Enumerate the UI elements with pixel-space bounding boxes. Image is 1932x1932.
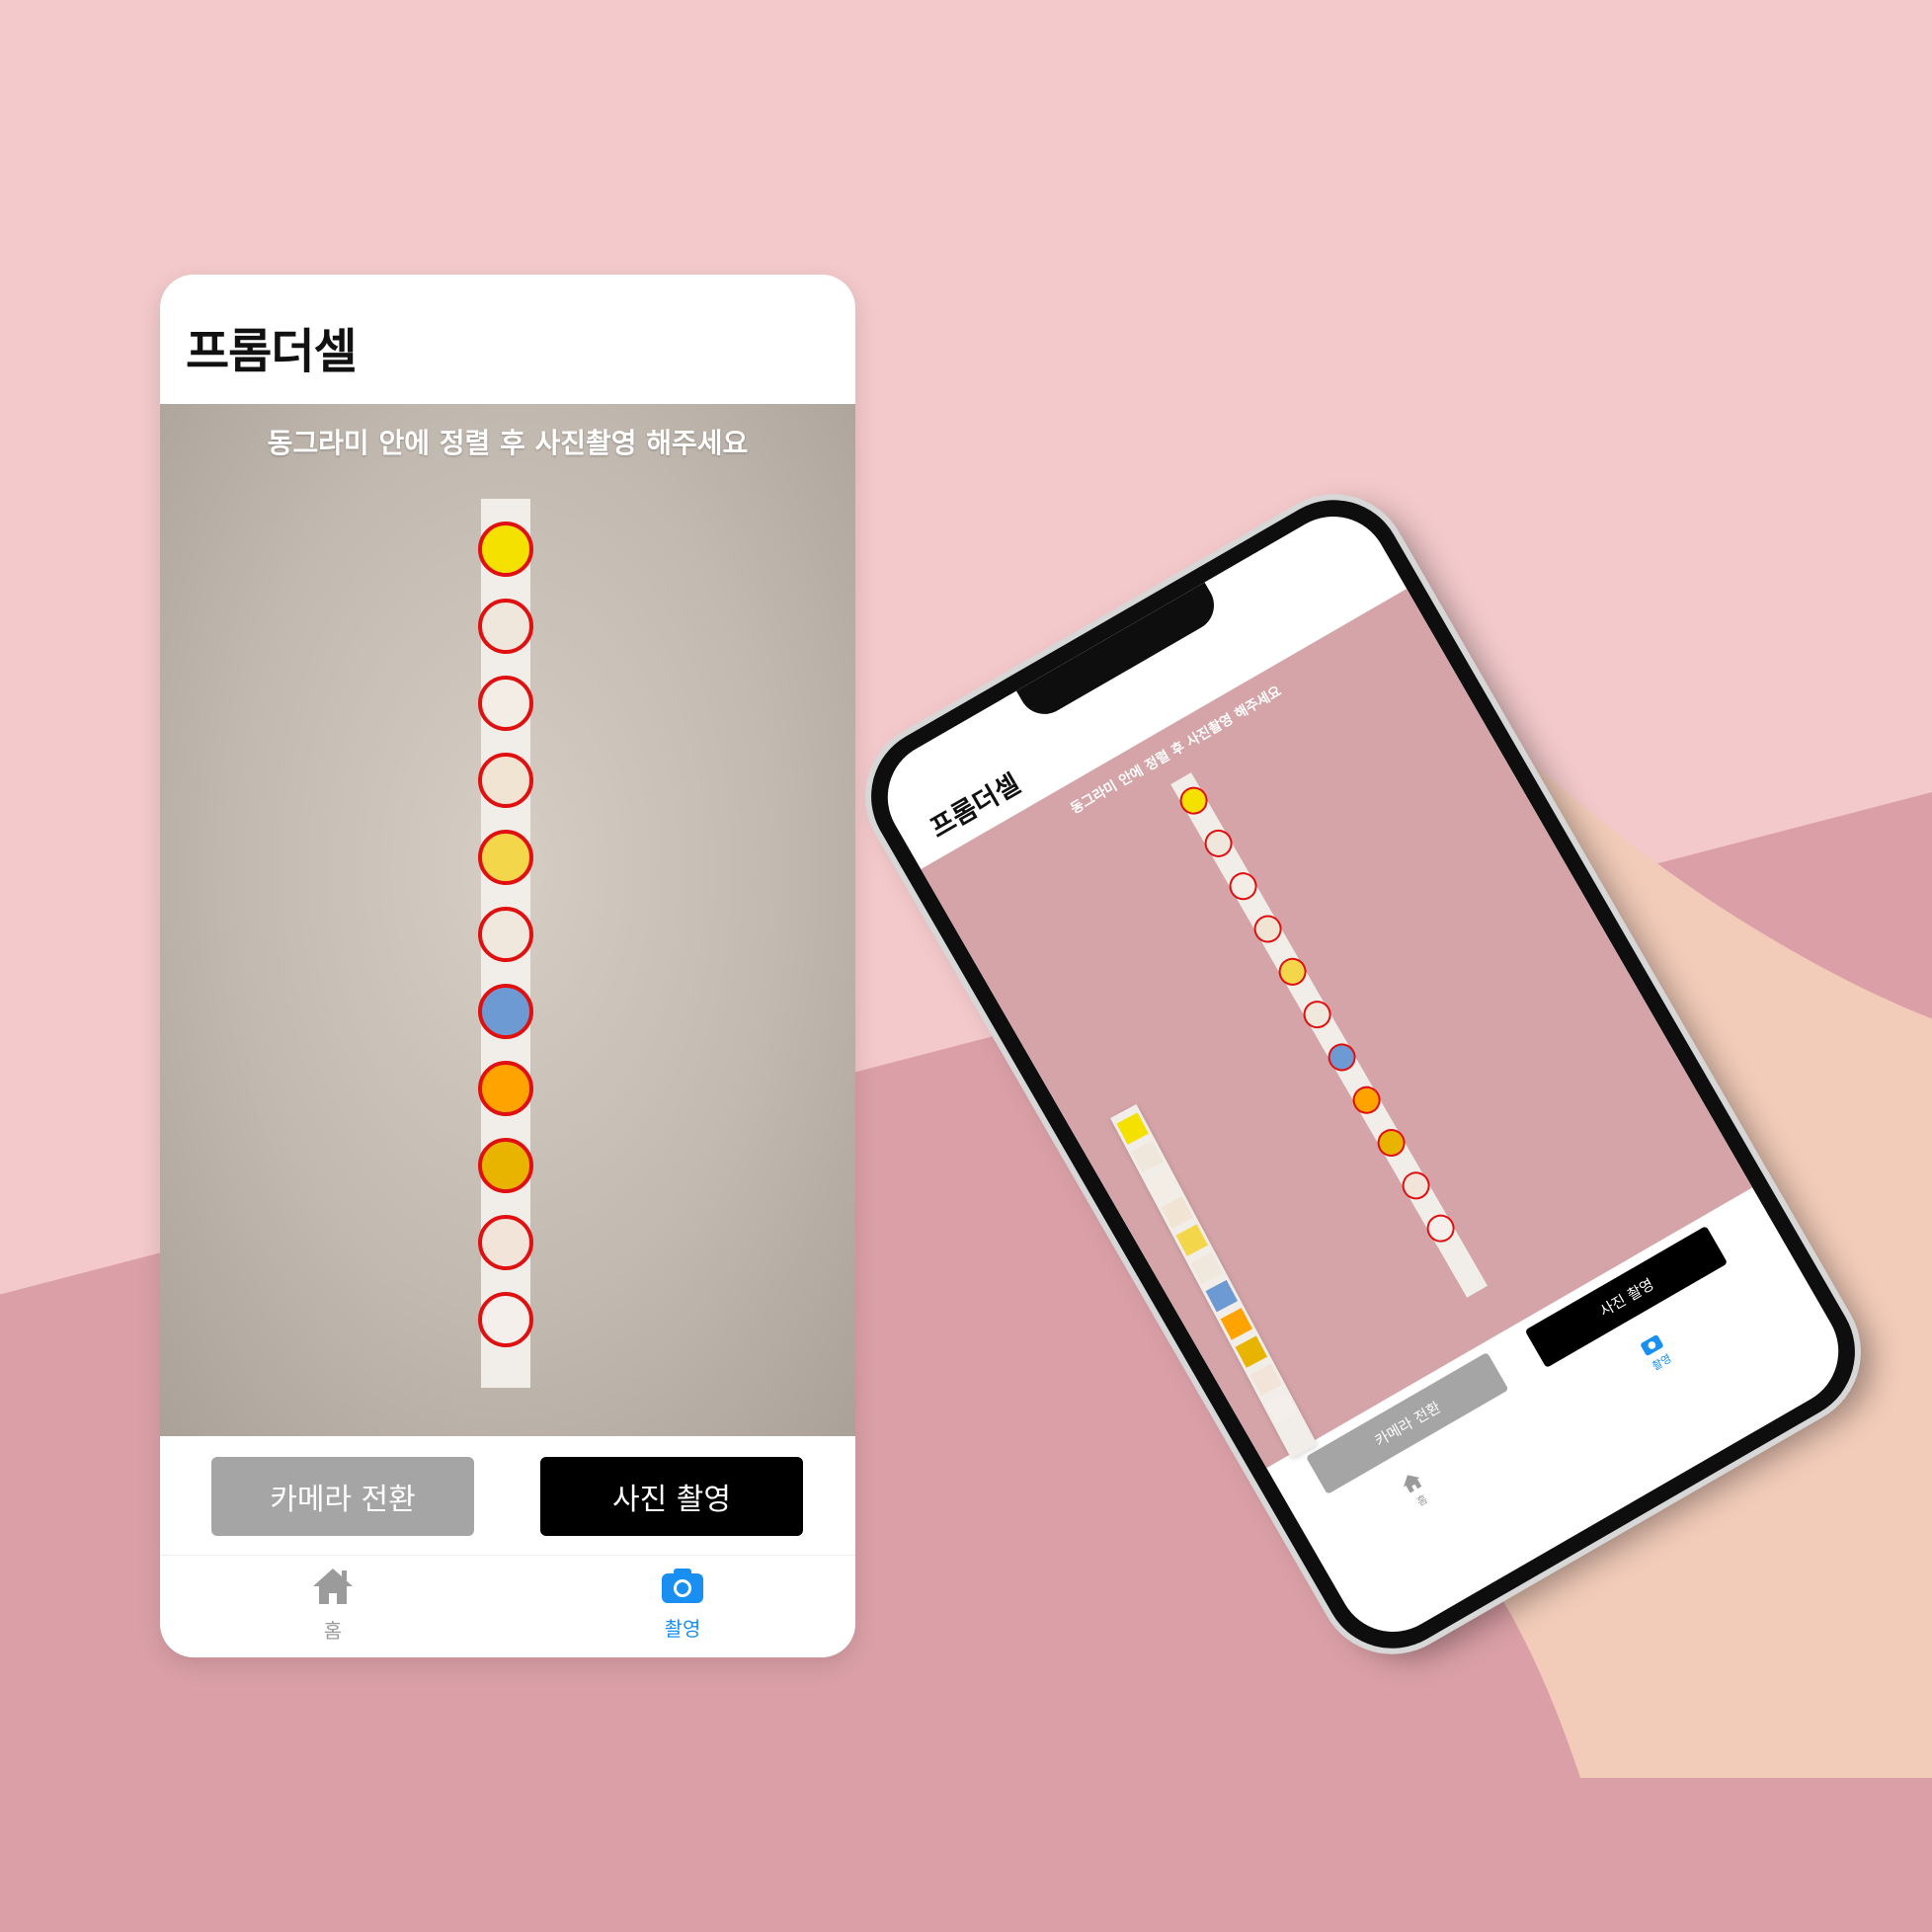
loose-strip-pad-4 <box>1161 1196 1193 1229</box>
tab-camera[interactable]: 촬영 <box>623 1566 742 1642</box>
pad-guide-11 <box>478 1292 533 1347</box>
tab-home-label: 홈 <box>323 1619 343 1643</box>
pad-guide-8 <box>478 1061 533 1116</box>
pad-guide-6 <box>478 907 533 962</box>
pad-guide-1 <box>478 522 533 577</box>
loose-strip-pad-6 <box>1190 1251 1223 1285</box>
loose-strip-pad-1 <box>1116 1112 1149 1145</box>
tab-bar: 홈 촬영 <box>160 1555 855 1657</box>
loose-strip-pad-2 <box>1131 1140 1164 1173</box>
pad-guide-9 <box>478 1138 533 1193</box>
app-screen: 프롬더셀 동그라미 안에 정렬 후 사진촬영 해주세요 카메라 전환 사진 촬영… <box>160 275 855 1657</box>
home-icon <box>313 1569 353 1604</box>
phone-tab-camera: 촬영 <box>1612 1316 1700 1389</box>
loose-strip-pad-7 <box>1205 1279 1239 1313</box>
loose-strip-pad-11 <box>1264 1391 1298 1424</box>
loose-strip-pad-10 <box>1249 1363 1283 1397</box>
pad-guide-4 <box>478 753 533 808</box>
app-title: 프롬더셀 <box>186 324 358 379</box>
loose-strip-pad-9 <box>1235 1335 1268 1368</box>
loose-strip-pad-8 <box>1220 1308 1253 1340</box>
pad-guide-3 <box>478 676 533 731</box>
align-hint: 동그라미 안에 정렬 후 사진촬영 해주세요 <box>267 427 749 459</box>
phone-tab-home: 홈 <box>1373 1454 1461 1527</box>
camera-preview[interactable]: 동그라미 안에 정렬 후 사진촬영 해주세요 <box>160 404 855 1436</box>
tab-home[interactable]: 홈 <box>274 1566 392 1644</box>
take-photo-button[interactable]: 사진 촬영 <box>540 1457 803 1536</box>
switch-camera-button[interactable]: 카메라 전환 <box>211 1457 474 1536</box>
pad-guide-5 <box>478 830 533 885</box>
tab-camera-label: 촬영 <box>664 1617 701 1641</box>
camera-icon <box>662 1569 703 1603</box>
pad-guide-2 <box>478 599 533 654</box>
loose-strip-pad-5 <box>1175 1224 1208 1256</box>
pad-guide-10 <box>478 1215 533 1270</box>
pad-guide-7 <box>478 984 533 1039</box>
loose-strip-pad-3 <box>1146 1167 1178 1201</box>
